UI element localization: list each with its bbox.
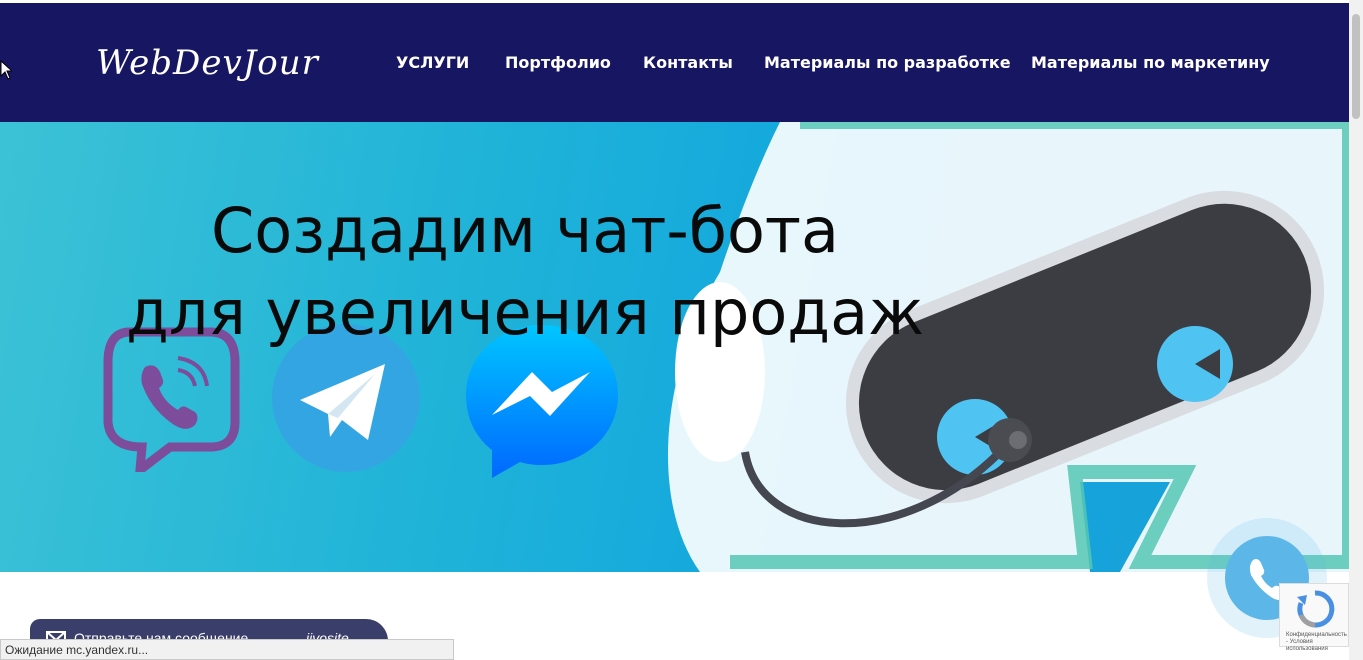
hero-title-line-1: Создадим чат-бота [210,194,840,267]
hero-banner: Создадим чат-бота для увеличения продаж [0,122,1349,572]
recaptcha-badge[interactable]: Конфиденциальность - Условия использован… [1279,583,1349,652]
vertical-scrollbar[interactable] [1349,0,1363,660]
status-text: Ожидание mc.yandex.ru... [5,643,149,657]
recaptcha-text: Конфиденциальность - Условия использован… [1286,632,1347,652]
hero-title-line-2: для увеличения продаж [126,276,924,349]
recaptcha-icon [1297,590,1335,628]
scrollbar-thumb[interactable] [1352,14,1360,119]
nav-item-services[interactable]: УСЛУГИ [396,53,469,72]
browser-status-bar: Ожидание mc.yandex.ru... [0,639,454,660]
hero-title: Создадим чат-бота для увеличения продаж [0,190,1050,354]
nav-item-marketing-materials[interactable]: Материалы по маркетину [1031,53,1270,72]
mouse-cursor-icon [0,60,12,80]
nav-item-dev-materials[interactable]: Материалы по разработке [764,53,1011,72]
site-logo[interactable]: WebDevJour [96,43,319,83]
nav-item-contacts[interactable]: Контакты [643,53,733,72]
nav-item-portfolio[interactable]: Портфолио [505,53,611,72]
site-header: WebDevJour УСЛУГИ Портфолио Контакты Мат… [0,3,1349,122]
